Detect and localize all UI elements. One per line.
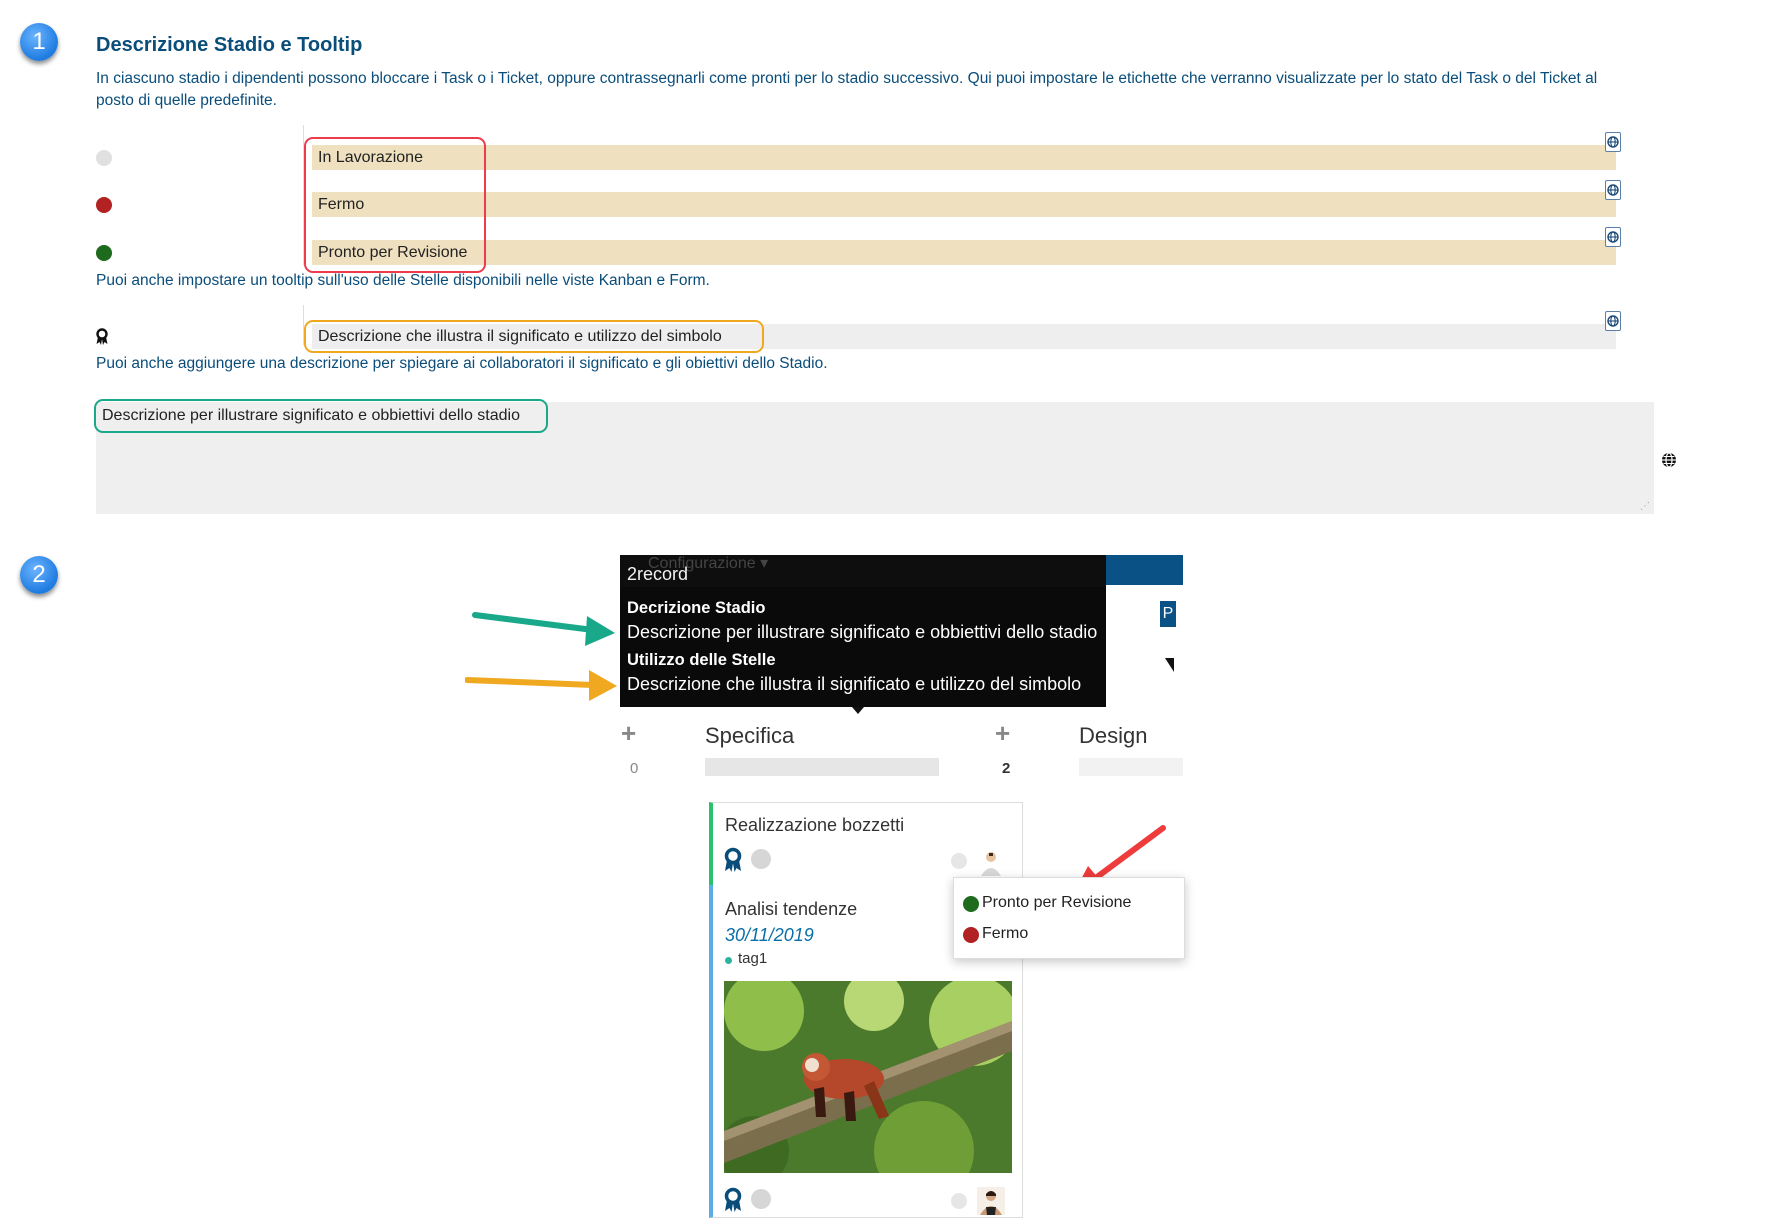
state-dot-green xyxy=(96,245,112,261)
tooltip-stage-desc-label: Decrizione Stadio xyxy=(627,599,766,617)
tooltip-header: Configurazione ▾ 2record xyxy=(620,555,1106,587)
tooltip-hint-text: Puoi anche impostare un tooltip sull'uso… xyxy=(96,272,710,289)
tooltip-title: 2record xyxy=(627,564,689,584)
state-dot-red xyxy=(963,927,979,943)
intro-text: In ciascuno stadio i dipendenti possono … xyxy=(96,68,1736,112)
state-label-input-done[interactable]: Pronto per Revisione xyxy=(312,240,1616,265)
column-progress-bar xyxy=(1079,758,1183,776)
translate-globe-icon[interactable] xyxy=(1605,132,1621,152)
state-dropdown-menu: Pronto per Revisione Fermo xyxy=(953,877,1185,959)
highlight-state-labels xyxy=(304,137,486,273)
translate-globe-icon[interactable] xyxy=(1605,311,1621,331)
card-tag[interactable]: tag1 xyxy=(738,950,767,967)
intro-line-1: In ciascuno stadio i dipendenti possono … xyxy=(96,70,1598,87)
ribbon-icon[interactable] xyxy=(723,1187,743,1213)
column-title-design: Design xyxy=(1079,723,1148,748)
ribbon-icon[interactable] xyxy=(723,847,743,873)
state-label-input-normal[interactable]: In Lavorazione xyxy=(312,145,1616,170)
section-title: Descrizione Stadio e Tooltip xyxy=(96,34,363,56)
state-dot[interactable] xyxy=(951,1193,967,1209)
tooltip-stage-desc-value: Descrizione per illustrare significato e… xyxy=(627,622,1098,642)
clock-icon[interactable] xyxy=(751,1189,771,1209)
stage-tooltip: Configurazione ▾ 2record Decrizione Stad… xyxy=(620,555,1106,707)
intro-line-2: posto di quelle predefinite. xyxy=(96,92,277,109)
filter-icon[interactable] xyxy=(1165,658,1174,672)
step-2-badge: 2 xyxy=(20,556,58,594)
highlight-description xyxy=(94,399,548,433)
tooltip-stars-value: Descrizione che illustra il significato … xyxy=(627,674,1082,694)
menu-item-blocked[interactable]: Fermo xyxy=(982,925,1028,943)
avatar xyxy=(977,848,1005,876)
avatar xyxy=(977,1187,1005,1215)
highlight-star-tooltip xyxy=(304,320,764,353)
translate-globe-icon[interactable] xyxy=(1605,180,1621,200)
annotation-arrows xyxy=(465,612,617,701)
state-dot[interactable] xyxy=(951,853,967,869)
state-dot-red xyxy=(96,197,112,213)
card-deadline: 30/11/2019 xyxy=(725,925,814,945)
menu-item-ready[interactable]: Pronto per Revisione xyxy=(982,894,1131,912)
column-progress-bar xyxy=(705,758,939,776)
state-dot-green xyxy=(963,896,979,912)
column-count: 2 xyxy=(1002,760,1011,777)
card-title: Realizzazione bozzetti xyxy=(725,815,905,835)
state-label-input-blocked[interactable]: Fermo xyxy=(312,192,1616,217)
app-top-bar xyxy=(1106,555,1183,585)
add-card-icon[interactable]: + xyxy=(995,718,1010,749)
translate-globe-icon[interactable] xyxy=(1605,227,1621,247)
tooltip-stars-label: Utilizzo delle Stelle xyxy=(627,651,776,669)
state-dot-grey xyxy=(96,150,112,166)
step-1-badge: 1 xyxy=(20,23,58,61)
globe-icon[interactable] xyxy=(1661,452,1677,473)
card-cover-image xyxy=(724,981,1012,1173)
column-title-specifica: Specifica xyxy=(705,723,795,748)
description-hint-text: Puoi anche aggiungere una descrizione pe… xyxy=(96,355,828,372)
kanban-card[interactable]: Realizzazione bozzetti xyxy=(709,802,1023,886)
tag-color-dot xyxy=(725,957,732,964)
ribbon-icon xyxy=(95,328,109,351)
column-count: 0 xyxy=(630,760,639,777)
resize-handle-icon[interactable]: ⋰ xyxy=(1640,501,1650,512)
partial-button[interactable]: P xyxy=(1160,601,1176,627)
tooltip-pointer xyxy=(852,707,864,714)
clock-icon[interactable] xyxy=(751,849,771,869)
add-column-icon[interactable]: + xyxy=(621,718,636,749)
card-title: Analisi tendenze xyxy=(725,899,858,919)
